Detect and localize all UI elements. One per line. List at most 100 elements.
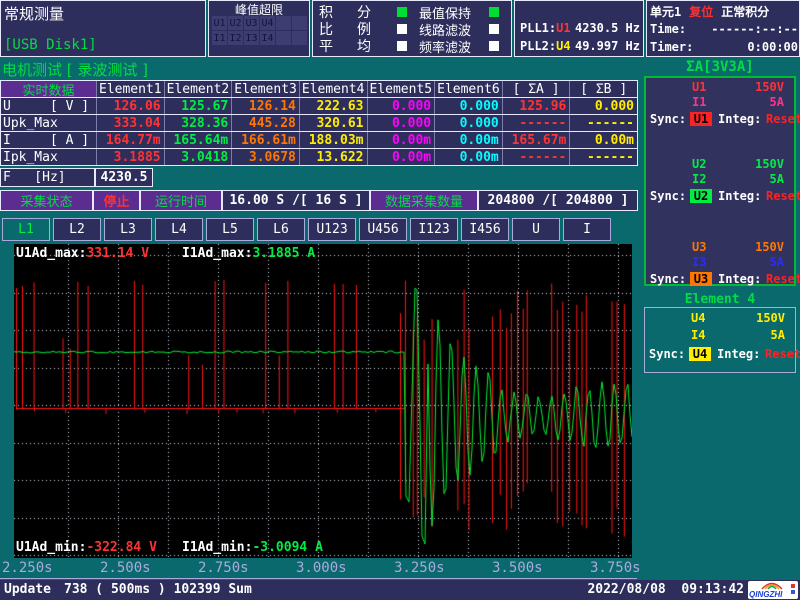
filter-label: 频率滤波: [419, 37, 489, 56]
sigma-sync-row: Sync:U2Integ:Reset: [646, 189, 794, 203]
integ-label: Integ:: [718, 272, 761, 286]
sync-source-chip[interactable]: U1: [690, 112, 712, 126]
measurement-value: 3.1885: [96, 149, 164, 165]
integ-reset-button[interactable]: Reset: [766, 112, 800, 126]
unit-timer-row: Timer: 0:00:00: [650, 40, 798, 54]
tab-l4[interactable]: L4: [155, 218, 203, 241]
sigma-u-name: U2: [692, 157, 706, 171]
integ-reset-button[interactable]: Reset: [766, 189, 800, 203]
sigma-i-row: I15A: [646, 95, 794, 109]
measurement-value: 0.000: [569, 98, 637, 114]
x-tick-label: 2.250s: [2, 560, 53, 576]
sync-label: Sync:: [650, 272, 686, 286]
measurement-value: 188.03m: [299, 132, 367, 148]
sigma-u-name: U1: [692, 80, 706, 94]
measurement-value: ------: [569, 149, 637, 165]
measurement-value: 222.63: [299, 98, 367, 114]
peak-cell: I3: [244, 31, 259, 45]
tab-i[interactable]: I: [563, 218, 611, 241]
element4-sync-label: Sync:: [649, 347, 685, 361]
acq-status-value: 停止: [93, 190, 140, 211]
tab-i456[interactable]: I456: [461, 218, 509, 241]
sigma-u-row: U3150V: [646, 240, 794, 254]
acq-runtime-label: 运行时间: [140, 190, 222, 211]
tab-l3[interactable]: L3: [104, 218, 152, 241]
pll1-source: U1: [556, 21, 570, 35]
test-mode-subtitle: 电机测试 [ 录波测试 ]: [2, 59, 148, 80]
unit-reset-label[interactable]: 复位: [689, 3, 713, 20]
row-label: Ipk_Max: [1, 149, 96, 165]
acq-count-value: 204800 /[ 204800 ]: [478, 190, 638, 211]
peak-cell: I2: [228, 31, 243, 45]
element4-sync-source-chip[interactable]: U4: [689, 347, 711, 361]
integ-checkbox[interactable]: [397, 24, 407, 34]
measurement-value: 320.61: [299, 115, 367, 131]
tab-l6[interactable]: L6: [257, 218, 305, 241]
integ-filter-row: 比例线路滤波: [319, 21, 509, 37]
sync-source-chip[interactable]: U3: [690, 272, 712, 286]
frequency-value-box: 4230.5: [95, 168, 153, 187]
element4-sync-row: Sync: U4 Integ: Reset: [645, 347, 795, 361]
sigma-i-range: 5A: [770, 95, 784, 109]
integ-checkbox[interactable]: [397, 41, 407, 51]
integration-filter-panel: 积分最值保持比例线路滤波平均频率滤波: [312, 0, 512, 57]
sigma-box: U1150VI15ASync:U1Integ:ResetU2150VI25ASy…: [644, 76, 796, 286]
measurement-value: 0.000: [434, 98, 502, 114]
sync-label: Sync:: [650, 112, 686, 126]
tab-u[interactable]: U: [512, 218, 560, 241]
tab-u123[interactable]: U123: [308, 218, 356, 241]
waveform-plot: U1Ad_max:331.14 V I1Ad_max:3.1885 A U1Ad…: [14, 244, 632, 558]
sigma-i-range: 5A: [770, 172, 784, 186]
acquisition-bar: 采集状态 停止 运行时间 16.00 S /[ 16 S ] 数据采集数量 20…: [0, 190, 638, 211]
column-header: Element6: [434, 81, 502, 97]
sigma-sync-row: Sync:U1Integ:Reset: [646, 112, 794, 126]
tab-u456[interactable]: U456: [359, 218, 407, 241]
peak-grid: U1U2U3U4I1I2I3I4: [212, 16, 307, 45]
peak-cell: [292, 31, 307, 45]
filter-checkbox[interactable]: [489, 7, 499, 17]
filter-checkbox[interactable]: [489, 24, 499, 34]
element4-integ-reset-button[interactable]: Reset: [765, 347, 800, 361]
sigma-i-name: I2: [692, 172, 706, 186]
measurement-value: 126.14: [231, 98, 299, 114]
column-header: Element1: [96, 81, 164, 97]
acq-count-label: 数据采集数量: [370, 190, 478, 211]
tab-l1[interactable]: L1: [2, 218, 50, 241]
element4-title: Element 4: [644, 292, 796, 307]
update-label: Update: [4, 582, 51, 597]
datetime: 2022/08/08 09:13:42: [587, 582, 744, 597]
tab-l5[interactable]: L5: [206, 218, 254, 241]
measurement-value: 125.67: [164, 98, 232, 114]
peak-cell: [292, 16, 307, 30]
tab-l2[interactable]: L2: [53, 218, 101, 241]
frequency-label-box: F [Hz]: [0, 168, 95, 187]
integ-char: 平: [319, 36, 357, 56]
x-tick-label: 3.000s: [296, 560, 347, 576]
sigma-u-row: U2150V: [646, 157, 794, 171]
integ-label: Integ:: [718, 112, 761, 126]
sync-source-chip[interactable]: U2: [690, 189, 712, 203]
measurement-value: 0.000: [434, 115, 502, 131]
integ-checkbox[interactable]: [397, 7, 407, 17]
filter-checkbox[interactable]: [489, 41, 499, 51]
tab-i123[interactable]: I123: [410, 218, 458, 241]
acq-status-label: 采集状态: [0, 190, 93, 211]
table-header-row: 实时数据Element1Element2Element3Element4Elem…: [1, 81, 637, 98]
measurement-value: 164.77m: [96, 132, 164, 148]
sigma-u-row: U1150V: [646, 80, 794, 94]
measurement-value: 126.06: [96, 98, 164, 114]
table-row: I [ A ]164.77m165.64m166.61m188.03m0.00m…: [1, 132, 637, 149]
x-tick-label: 2.500s: [100, 560, 151, 576]
measurement-value: 0.00m: [569, 132, 637, 148]
measurement-value: 3.0418: [164, 149, 232, 165]
pll1-label: PLL1:: [520, 21, 556, 35]
sigma-u-name: U3: [692, 240, 706, 254]
row-label: I [ A ]: [1, 132, 96, 148]
measurement-table: 实时数据Element1Element2Element3Element4Elem…: [0, 80, 638, 166]
element4-i-name: I4: [691, 328, 705, 342]
measurement-value: 166.61m: [231, 132, 299, 148]
x-tick-label: 3.500s: [492, 560, 543, 576]
measurement-value: 0.00m: [367, 132, 435, 148]
integ-reset-button[interactable]: Reset: [766, 272, 800, 286]
pll2-label: PLL2:: [520, 39, 556, 53]
